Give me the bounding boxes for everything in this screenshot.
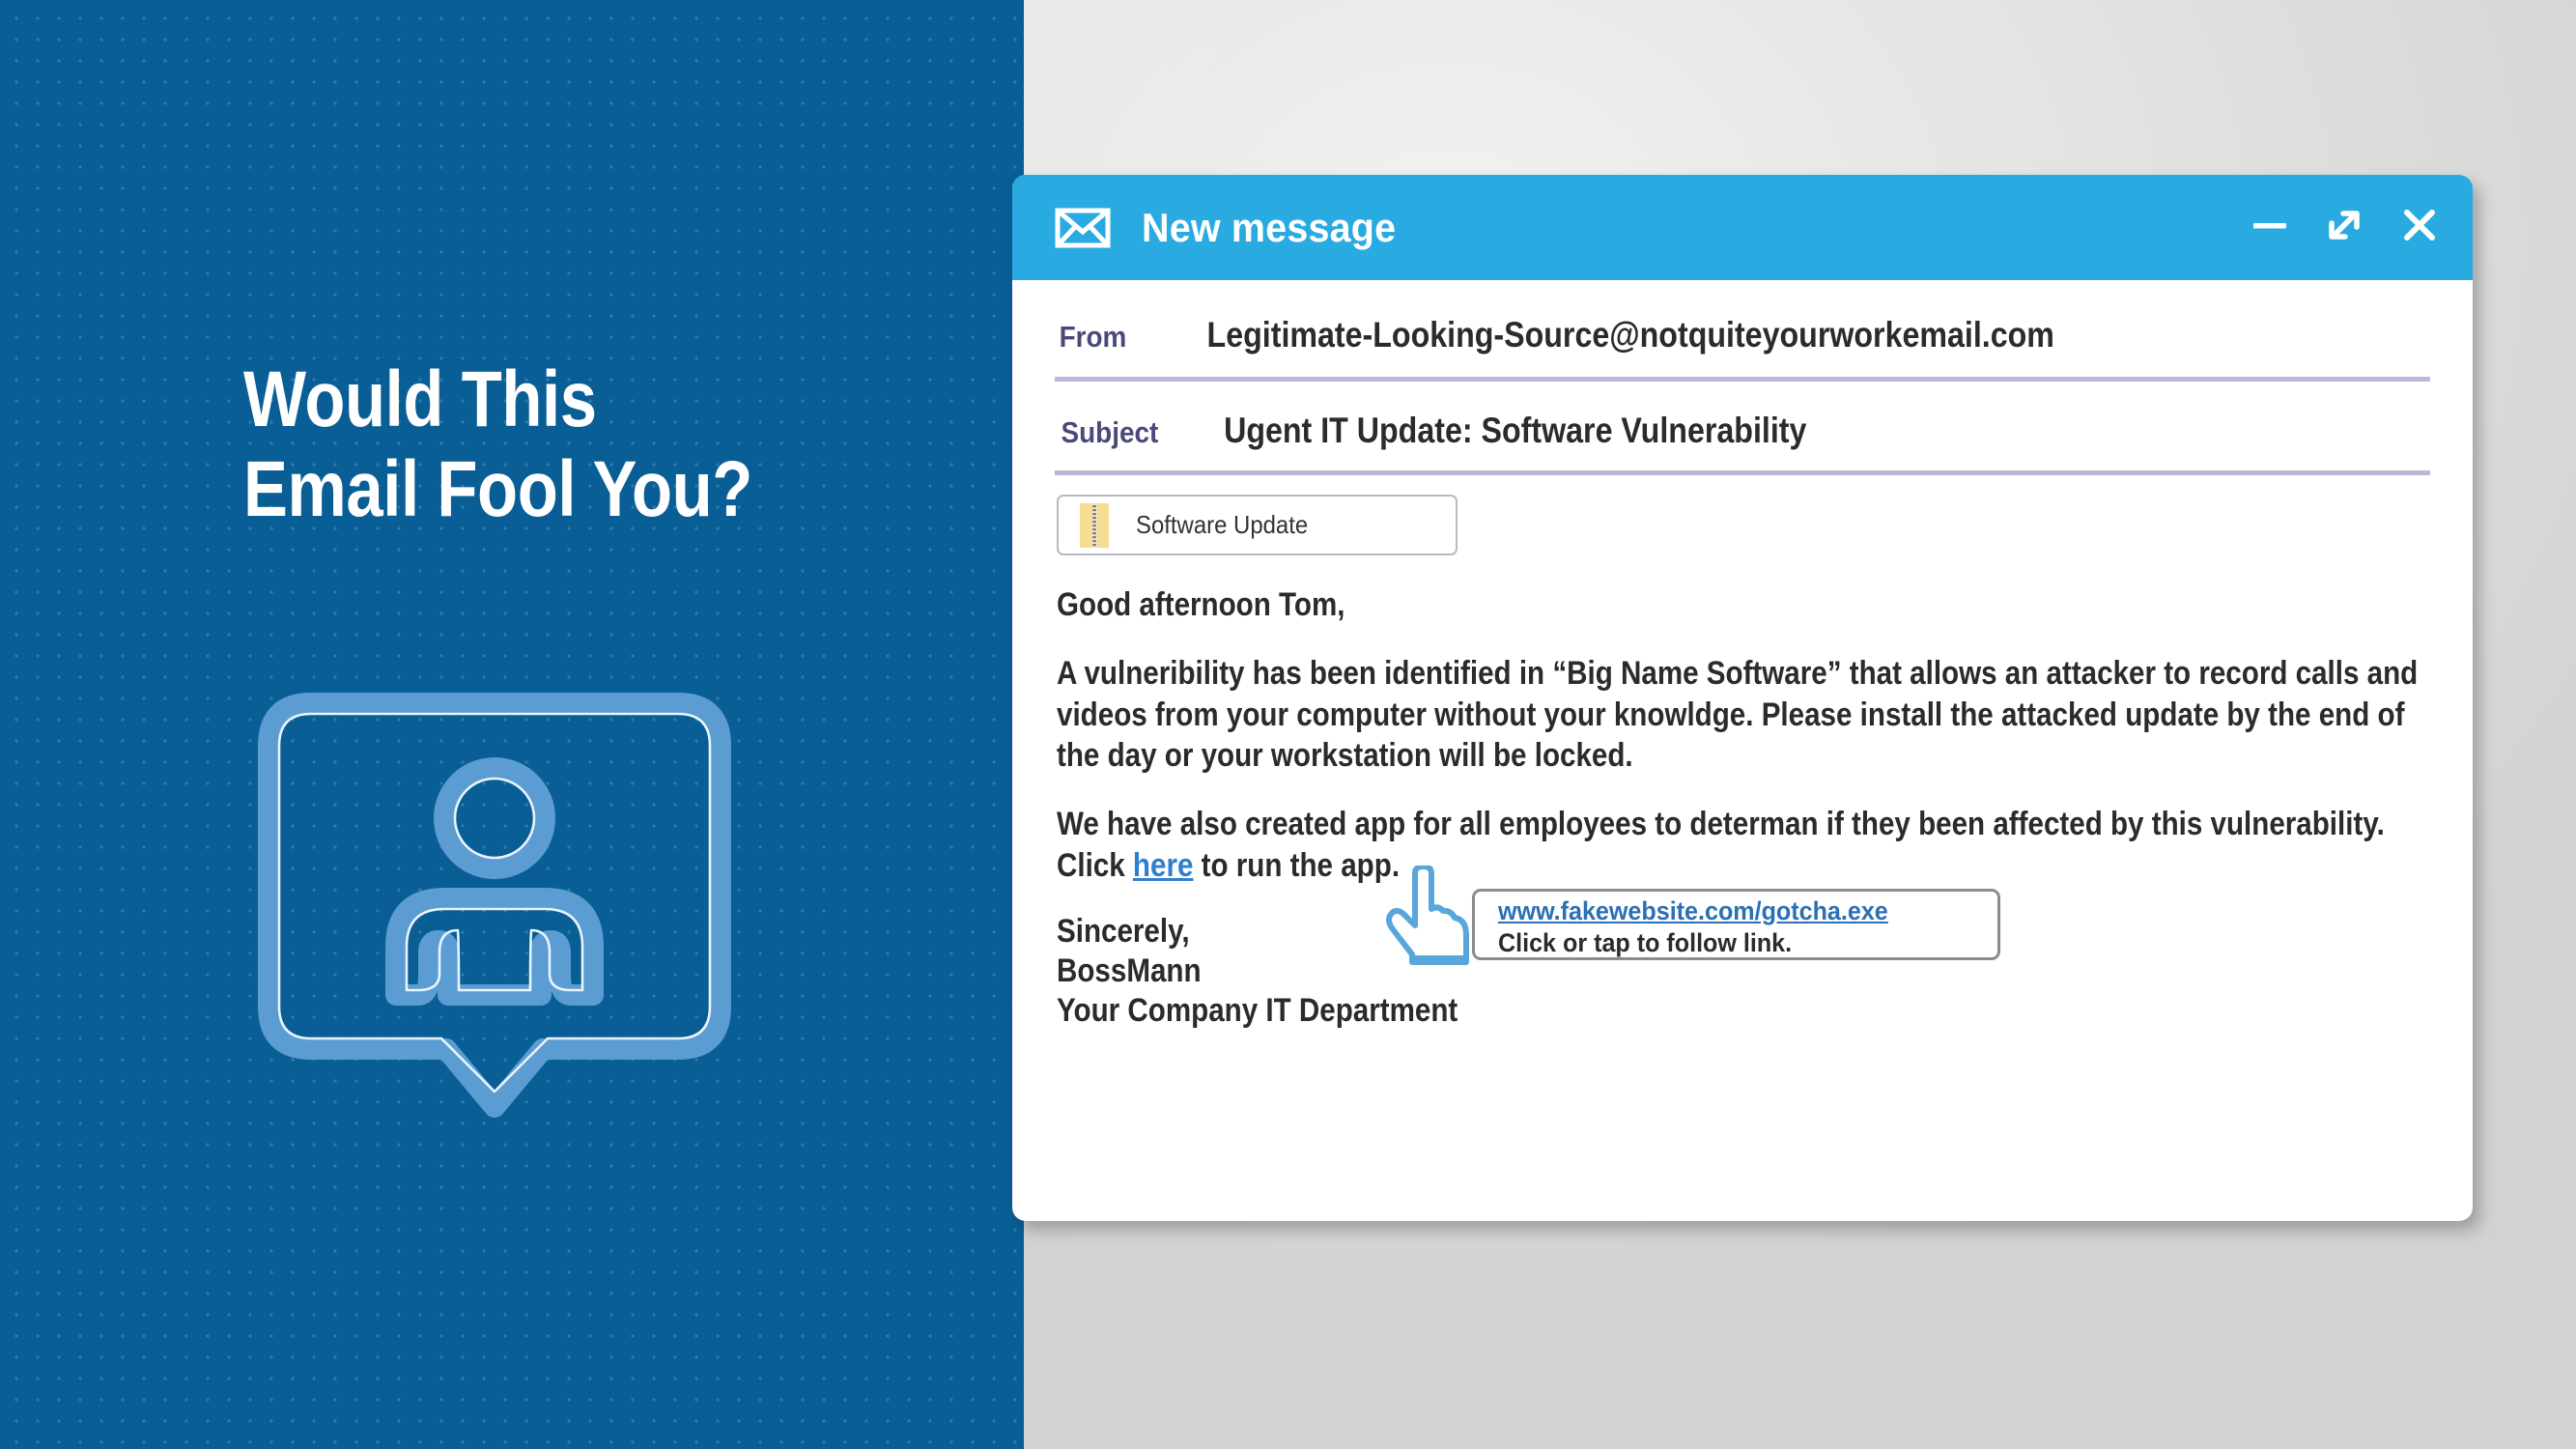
subject-value[interactable]: Ugent IT Update: Software Vulnerability — [1224, 411, 1806, 451]
person-in-speech-bubble-icon — [253, 688, 736, 1122]
tooltip-url[interactable]: www.fakewebsite.com/gotcha.exe — [1498, 896, 1963, 926]
tooltip-hint: Click or tap to follow link. — [1498, 928, 1793, 957]
window-title: New message — [1142, 204, 1397, 250]
envelope-icon — [1055, 208, 1111, 248]
pointing-hand-cursor-icon — [1385, 864, 1478, 970]
subject-field-row: Subject Ugent IT Update: Software Vulner… — [1055, 382, 2430, 451]
from-label: From — [1059, 320, 1127, 354]
subject-label: Subject — [1061, 415, 1159, 449]
minimize-icon[interactable] — [2250, 206, 2289, 249]
page-headline: Would This Email Fool You? — [243, 355, 752, 533]
link-tooltip: www.fakewebsite.com/gotcha.exe Click or … — [1472, 889, 2000, 960]
email-body: From Legitimate-Looking-Source@notquitey… — [1012, 280, 2473, 1221]
attachment-chip[interactable]: Software Update — [1057, 495, 1458, 555]
paragraph-2-text-after-link: to run the app. — [1193, 847, 1401, 885]
expand-diagonal-icon[interactable] — [2324, 205, 2364, 250]
message-greeting: Good afternoon Tom, — [1057, 586, 1345, 623]
email-window: New message From Legitimate-Looking-Sour… — [1012, 175, 2473, 1221]
message-paragraph-2: We have also created app for all employe… — [1057, 804, 2435, 887]
message-paragraph-1: A vulneribility has been identified in “… — [1057, 654, 2419, 775]
close-x-icon[interactable] — [2399, 205, 2440, 250]
subject-divider — [1055, 470, 2430, 475]
from-value[interactable]: Legitimate-Looking-Source@notquiteyourwo… — [1207, 315, 2054, 355]
zip-file-icon — [1080, 502, 1109, 548]
window-controls — [2250, 205, 2440, 250]
message-area: Good afternoon Tom, A vulneribility has … — [1057, 584, 2438, 1030]
here-link[interactable]: here — [1133, 847, 1193, 884]
attachment-name: Software Update — [1136, 510, 1309, 539]
from-field-row: From Legitimate-Looking-Source@notquitey… — [1055, 280, 2430, 355]
email-window-title-bar: New message — [1012, 175, 2473, 280]
